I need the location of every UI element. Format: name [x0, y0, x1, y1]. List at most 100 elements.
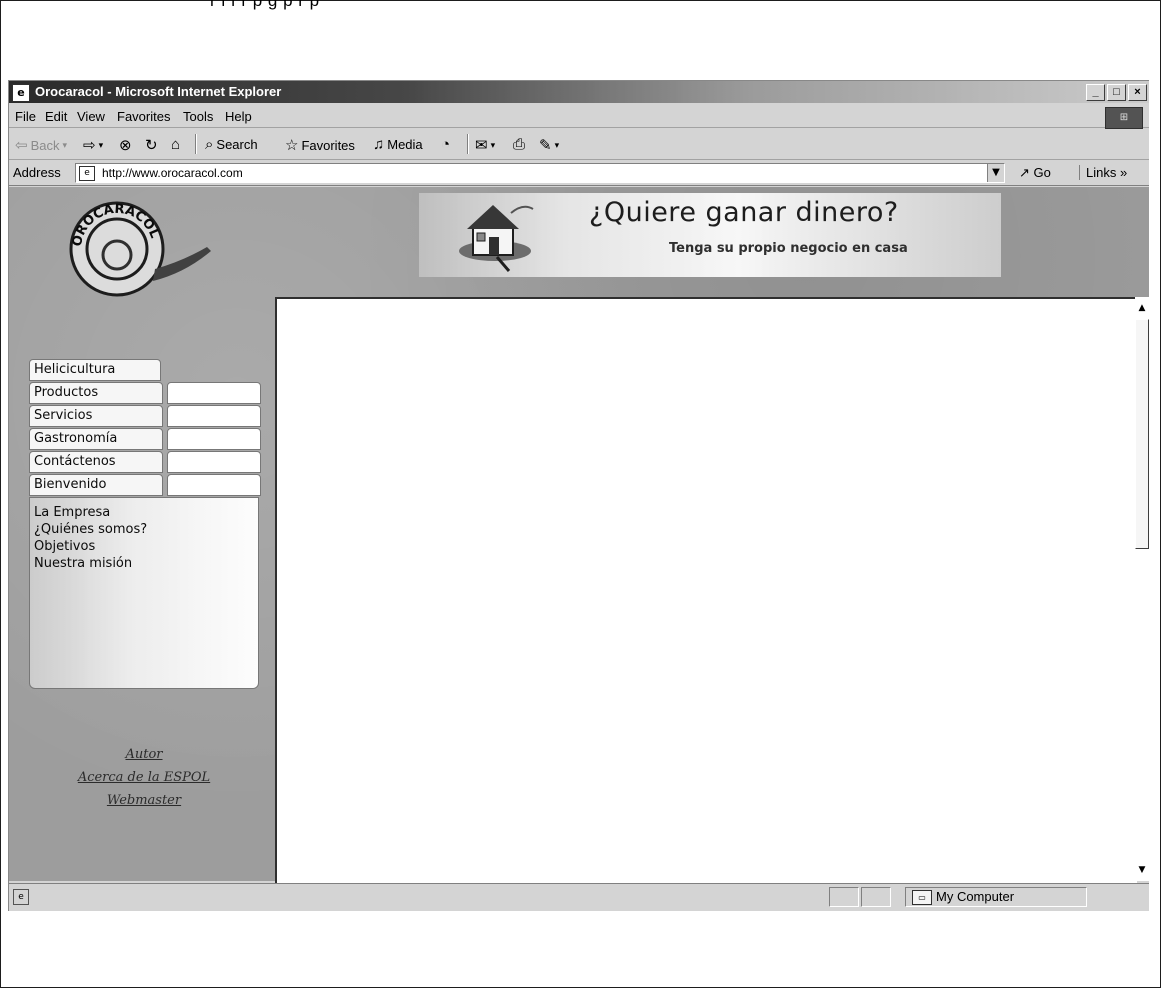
scroll-thumb[interactable]	[1135, 319, 1149, 549]
submenu-item-objetivos[interactable]: Objetivos	[30, 538, 258, 555]
home-icon: ⌂	[171, 136, 181, 153]
nav-tab-servicios[interactable]: Servicios	[29, 405, 261, 427]
nav-tab-label[interactable]: Contáctenos	[29, 451, 163, 473]
house-icon	[459, 205, 534, 272]
footer-links: Autor Acerca de la ESPOL Webmaster	[29, 743, 259, 812]
toolbar-separator	[467, 134, 469, 154]
maximize-icon: □	[1113, 86, 1120, 98]
address-label: Address	[13, 165, 61, 180]
nav-tab-helicicultura[interactable]: Helicicultura	[29, 359, 261, 381]
media-icon: ♫	[373, 136, 385, 153]
ie-icon: e	[12, 84, 30, 102]
close-icon: ×	[1134, 86, 1141, 98]
history-button[interactable]: ◔	[441, 136, 450, 153]
banner-ad[interactable]: ¿Quiere ganar dinero? Tenga su propio ne…	[419, 193, 1001, 277]
title-bar[interactable]: e Orocaracol - Microsoft Internet Explor…	[9, 81, 1149, 103]
security-zone[interactable]: ▭ My Computer	[905, 887, 1087, 907]
forward-button[interactable]: ⇨ ▾	[83, 136, 103, 154]
chevron-down-icon: ▾	[98, 139, 104, 150]
print-button[interactable]: ⎙	[513, 136, 525, 153]
nav-tab-label[interactable]: Bienvenido	[29, 474, 163, 496]
address-input[interactable]: e http://www.orocaracol.com ▼	[75, 163, 1005, 183]
nav-tab-blank	[167, 405, 261, 427]
nav-tab-gastronomia[interactable]: Gastronomía	[29, 428, 261, 450]
chevron-down-icon: ▾	[490, 139, 496, 150]
acerca-espol-link[interactable]: Acerca de la ESPOL	[29, 766, 259, 789]
vertical-scrollbar[interactable]: ▲ ▼	[1135, 297, 1149, 881]
back-button[interactable]: ⇦ Back ▾	[15, 136, 67, 154]
submenu-item-nuestra-mision[interactable]: Nuestra misión	[30, 555, 258, 572]
close-button[interactable]: ×	[1128, 84, 1147, 101]
home-button[interactable]: ⌂	[171, 136, 180, 153]
go-label: Go	[1033, 165, 1051, 180]
favorites-button[interactable]: ☆ Favorites	[285, 136, 355, 154]
refresh-icon: ↻	[145, 137, 158, 154]
search-button[interactable]: ⌕ Search	[205, 136, 258, 153]
nav-tab-contactenos[interactable]: Contáctenos	[29, 451, 261, 473]
media-label: Media	[387, 137, 423, 152]
menu-view[interactable]: View	[77, 109, 105, 124]
menu-file[interactable]: File	[15, 109, 36, 124]
page-icon: e	[79, 166, 95, 181]
windows-logo: ⊞	[1105, 107, 1143, 129]
scroll-up-icon[interactable]: ▲	[1136, 301, 1148, 315]
refresh-button[interactable]: ↻	[145, 136, 158, 154]
page-content: OROCARACOL ¿Quiere ganar dinero? Tenga s…	[9, 187, 1149, 883]
address-url[interactable]: http://www.orocaracol.com	[102, 166, 243, 180]
search-icon: ⌕	[205, 136, 214, 153]
nav-tab-label[interactable]: Helicicultura	[29, 359, 161, 381]
go-button[interactable]: ↗ Go	[1019, 165, 1051, 181]
webmaster-link[interactable]: Webmaster	[29, 789, 259, 812]
links-button[interactable]: Links »	[1079, 165, 1127, 180]
page-status-icon: e	[13, 889, 29, 905]
nav-tab-label[interactable]: Servicios	[29, 405, 163, 427]
mail-button[interactable]: ✉ ▾	[475, 136, 495, 154]
edit-button[interactable]: ✎ ▾	[539, 136, 559, 154]
nav-tab-productos[interactable]: Productos	[29, 382, 261, 404]
stop-button[interactable]: ⊗	[119, 136, 132, 154]
search-label: Search	[216, 137, 258, 152]
nav-tab-blank	[167, 451, 261, 473]
computer-icon: ▭	[912, 890, 932, 905]
nav-tab-label[interactable]: Productos	[29, 382, 163, 404]
window-controls: _ □ ×	[1086, 84, 1147, 101]
window-title: Orocaracol - Microsoft Internet Explorer	[35, 84, 282, 99]
go-arrow-icon: ↗	[1019, 165, 1030, 180]
content-frame	[275, 297, 1137, 883]
stop-icon: ⊗	[119, 137, 132, 154]
orocaracol-logo[interactable]: OROCARACOL	[55, 199, 215, 299]
banner-subtitle: Tenga su propio negocio en casa	[669, 241, 908, 256]
print-icon: ⎙	[513, 136, 526, 153]
back-label: Back	[30, 137, 60, 153]
menu-favorites[interactable]: Favorites	[117, 109, 170, 124]
nav-tab-label[interactable]: Gastronomía	[29, 428, 163, 450]
media-button[interactable]: ♫ Media	[373, 136, 423, 153]
submenu-item-la-empresa[interactable]: La Empresa	[30, 504, 258, 521]
chevron-down-icon: ▾	[554, 139, 560, 150]
nav-tab-bienvenido[interactable]: Bienvenido	[29, 474, 261, 496]
address-dropdown-button[interactable]: ▼	[987, 164, 1004, 182]
maximize-button[interactable]: □	[1107, 84, 1126, 101]
menu-edit[interactable]: Edit	[45, 109, 67, 124]
favorites-label: Favorites	[301, 137, 355, 153]
favorites-icon: ☆	[285, 137, 299, 154]
autor-link[interactable]: Autor	[29, 743, 259, 766]
scroll-down-icon[interactable]: ▼	[1136, 863, 1148, 877]
forward-arrow-icon: ⇨	[83, 137, 96, 154]
menu-help[interactable]: Help	[225, 109, 252, 124]
submenu-item-quienes-somos[interactable]: ¿Quiénes somos?	[30, 521, 258, 538]
clipped-text-strip: r i f r p g p r p	[210, 0, 320, 10]
browser-window: e Orocaracol - Microsoft Internet Explor…	[8, 80, 1149, 911]
minimize-button[interactable]: _	[1086, 84, 1105, 101]
status-pane	[861, 887, 891, 907]
standard-toolbar: ⇦ Back ▾ ⇨ ▾ ⊗ ↻ ⌂ ⌕ Search ☆ Favorites …	[9, 129, 1149, 160]
nav-tab-blank	[167, 382, 261, 404]
minimize-icon: _	[1092, 86, 1099, 98]
edit-icon: ✎	[539, 137, 552, 154]
status-bar: e ▭ My Computer	[9, 883, 1149, 910]
banner-title: ¿Quiere ganar dinero?	[589, 197, 899, 228]
menu-bar: File Edit View Favorites Tools Help	[9, 105, 1149, 128]
mail-icon: ✉	[475, 137, 488, 154]
back-arrow-icon: ⇦	[15, 137, 28, 154]
menu-tools[interactable]: Tools	[183, 109, 213, 124]
